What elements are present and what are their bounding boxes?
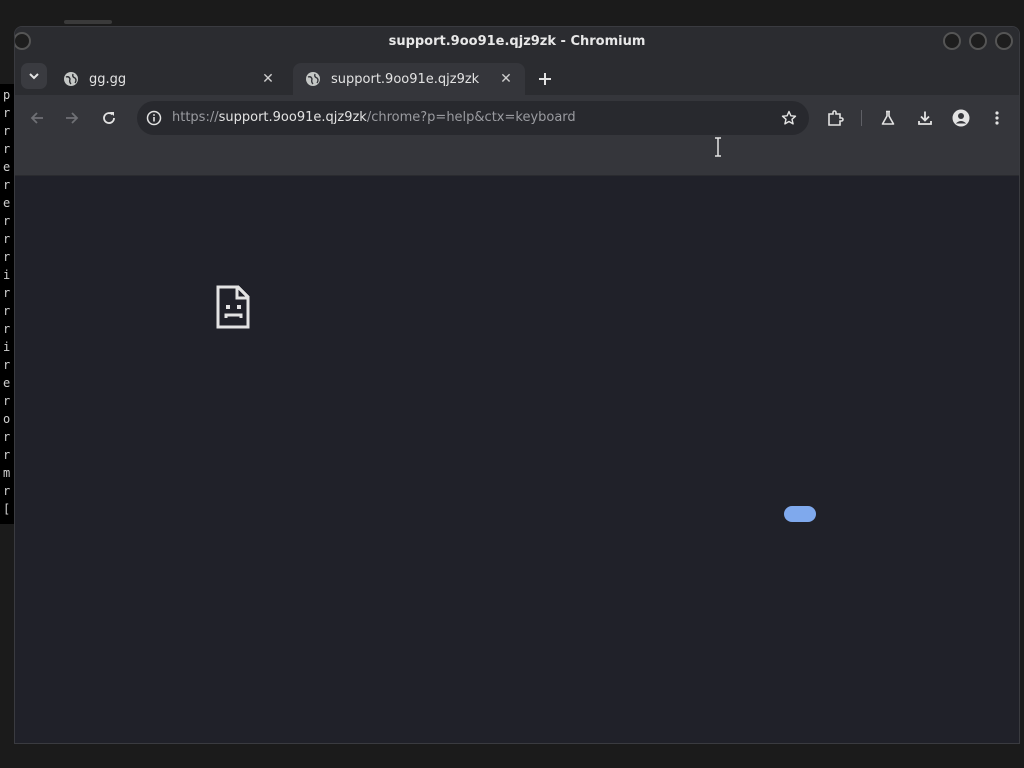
tab-label: support.9oo91e.qjz9zk xyxy=(331,71,480,87)
terminal-line: r xyxy=(3,394,11,408)
terminal-line: i xyxy=(3,268,11,282)
globe-icon xyxy=(64,72,78,86)
terminal-line: r xyxy=(3,304,11,318)
terminal-line: r xyxy=(3,124,11,138)
labs-button[interactable] xyxy=(876,106,900,130)
terminal-line: r xyxy=(3,232,11,246)
terminal-line: r xyxy=(3,322,11,336)
terminal-line: m xyxy=(3,466,11,480)
terminal-line: e xyxy=(3,196,11,210)
tab-search-button[interactable] xyxy=(21,63,47,89)
terminal-line: [ xyxy=(3,502,11,516)
terminal-line: o xyxy=(3,412,11,426)
terminal-line: r xyxy=(3,178,11,192)
url-scheme: https:// xyxy=(172,110,219,125)
reload-icon xyxy=(103,112,115,124)
back-button[interactable] xyxy=(25,106,49,130)
terminal-line: r xyxy=(3,142,11,156)
toolbar-separator xyxy=(861,110,862,126)
background-window-hint xyxy=(64,20,112,24)
loading-indicator xyxy=(784,506,816,522)
profile-button[interactable] xyxy=(949,106,973,130)
globe-icon xyxy=(306,72,320,86)
maximize-button[interactable] xyxy=(969,32,987,50)
terminal-line: r xyxy=(3,250,11,264)
url-path: /chrome?p=help&ctx=keyboard xyxy=(366,110,576,125)
page-content xyxy=(15,176,1019,743)
terminal-line: r xyxy=(3,106,11,120)
toolbar: https://support.9oo91e.qjz9zk/chrome?p=h… xyxy=(15,95,1019,141)
new-tab-button[interactable] xyxy=(533,67,557,91)
avatar-icon xyxy=(952,109,970,127)
terminal-line: e xyxy=(3,376,11,390)
download-icon xyxy=(918,111,932,125)
site-info-button[interactable] xyxy=(145,109,163,127)
tab-gg[interactable]: gg.gg ✕ xyxy=(51,63,287,95)
downloads-button[interactable] xyxy=(913,106,937,130)
close-tab-icon[interactable]: ✕ xyxy=(497,70,515,88)
arrow-left-icon xyxy=(30,112,43,124)
star-icon xyxy=(781,110,797,125)
menu-button[interactable] xyxy=(985,106,1009,130)
extensions-button[interactable] xyxy=(823,106,847,130)
more-vert-icon xyxy=(995,111,999,125)
forward-button[interactable] xyxy=(60,106,84,130)
text-cursor-icon xyxy=(715,137,721,157)
terminal-line: r xyxy=(3,286,11,300)
window-title: support.9oo91e.qjz9zk - Chromium xyxy=(388,34,646,49)
terminal-line: r xyxy=(3,358,11,372)
tab-strip: gg.gg ✕ support.9oo91e.qjz9zk ✕ xyxy=(15,57,1019,95)
bookmark-star-button[interactable] xyxy=(779,108,799,128)
background-terminal: p r r r e r e r r r i r r r i r e r o r r m r[ xyxy=(0,84,14,524)
url-text[interactable]: https://support.9oo91e.qjz9zk/chrome?p=h… xyxy=(172,101,576,135)
terminal-line: r xyxy=(3,448,11,462)
plus-icon xyxy=(539,73,551,85)
terminal-line: p xyxy=(3,88,11,102)
terminal-line: r xyxy=(3,484,11,498)
bookmarks-bar xyxy=(15,141,1019,176)
address-bar[interactable]: https://support.9oo91e.qjz9zk/chrome?p=h… xyxy=(137,101,809,135)
tab-support[interactable]: support.9oo91e.qjz9zk ✕ xyxy=(293,63,525,95)
reload-button[interactable] xyxy=(97,106,121,130)
terminal-line: i xyxy=(3,340,11,354)
minimize-button[interactable] xyxy=(943,32,961,50)
terminal-line: e xyxy=(3,160,11,174)
browser-window: support.9oo91e.qjz9zk - Chromium gg.gg ✕… xyxy=(14,26,1020,744)
close-tab-icon[interactable]: ✕ xyxy=(259,70,277,88)
terminal-line: r xyxy=(3,214,11,228)
arrow-right-icon xyxy=(66,112,79,124)
close-window-button[interactable] xyxy=(995,32,1013,50)
title-bar[interactable]: support.9oo91e.qjz9zk - Chromium xyxy=(15,27,1019,57)
puzzle-icon xyxy=(828,110,844,126)
url-host: support.9oo91e.qjz9zk xyxy=(218,110,367,125)
sad-page-icon xyxy=(216,285,250,329)
info-icon xyxy=(146,110,162,126)
chevron-down-icon xyxy=(29,73,39,80)
flask-icon xyxy=(881,110,895,125)
terminal-line: r xyxy=(3,430,11,444)
tab-label: gg.gg xyxy=(89,71,127,87)
